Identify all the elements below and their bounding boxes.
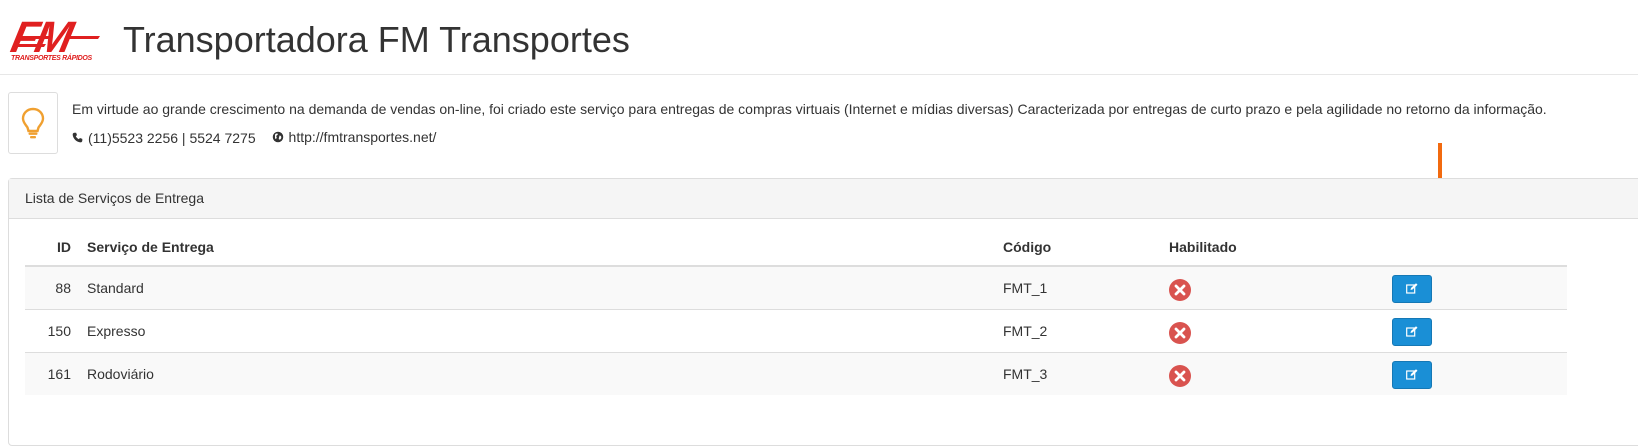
row-service-name: Standard	[79, 265, 995, 310]
panel-heading: Lista de Serviços de Entrega	[9, 179, 1638, 219]
row-enabled	[1161, 352, 1377, 395]
row-enabled	[1161, 265, 1377, 310]
column-header-actions	[1377, 229, 1567, 267]
disabled-x-icon	[1169, 364, 1191, 387]
logo-tagline: TRANSPORTES RÁPIDOS	[11, 55, 92, 62]
disabled-x-icon	[1169, 278, 1191, 301]
edit-button[interactable]	[1392, 360, 1432, 389]
edit-icon	[1406, 368, 1418, 380]
phone-number: (11)5523 2256 | 5524 7275	[88, 129, 256, 146]
service-description: Em virtude ao grande crescimento na dema…	[72, 101, 1547, 117]
delivery-services-panel: Lista de Serviços de Entrega ID Serviço …	[8, 178, 1638, 446]
row-actions	[1377, 352, 1567, 395]
column-header-code: Código	[995, 229, 1161, 267]
column-header-id: ID	[25, 229, 79, 267]
edit-icon	[1406, 282, 1418, 294]
column-header-service: Serviço de Entrega	[79, 229, 995, 267]
table-row: 88 Standard FMT_1	[25, 265, 1567, 310]
edit-icon	[1406, 325, 1418, 337]
row-id: 150	[25, 309, 79, 353]
row-code: FMT_2	[995, 309, 1161, 353]
company-logo: FM TRANSPORTES RÁPIDOS	[7, 13, 104, 64]
row-enabled	[1161, 309, 1377, 353]
lightbulb-icon	[21, 107, 45, 139]
website-link[interactable]: http://fmtransportes.net/	[289, 127, 437, 147]
row-code: FMT_3	[995, 352, 1161, 395]
page-header: FM TRANSPORTES RÁPIDOS Transportadora FM…	[0, 0, 1638, 75]
logo-text: FM	[6, 13, 75, 62]
delivery-services-table: ID Serviço de Entrega Código Habilitado …	[25, 229, 1567, 395]
row-code: FMT_1	[995, 265, 1161, 310]
row-actions	[1377, 309, 1567, 353]
phone-icon	[72, 132, 83, 143]
column-header-enabled: Habilitado	[1161, 229, 1377, 267]
row-service-name: Rodoviário	[79, 352, 995, 395]
info-icon-box	[8, 92, 58, 154]
row-service-name: Expresso	[79, 309, 995, 353]
contact-info: (11)5523 2256 | 5524 7275 http://fmtrans…	[72, 127, 448, 148]
table-row: 161 Rodoviário FMT_3	[25, 352, 1567, 395]
row-id: 88	[25, 265, 79, 310]
page-title: Transportadora FM Transportes	[123, 19, 630, 60]
table-row: 150 Expresso FMT_2	[25, 309, 1567, 353]
disabled-x-icon	[1169, 321, 1191, 344]
globe-icon	[272, 131, 283, 143]
row-id: 161	[25, 352, 79, 395]
table-header-row: ID Serviço de Entrega Código Habilitado	[25, 229, 1567, 267]
edit-button[interactable]	[1392, 317, 1432, 346]
row-actions	[1377, 265, 1567, 310]
edit-button[interactable]	[1392, 274, 1432, 303]
